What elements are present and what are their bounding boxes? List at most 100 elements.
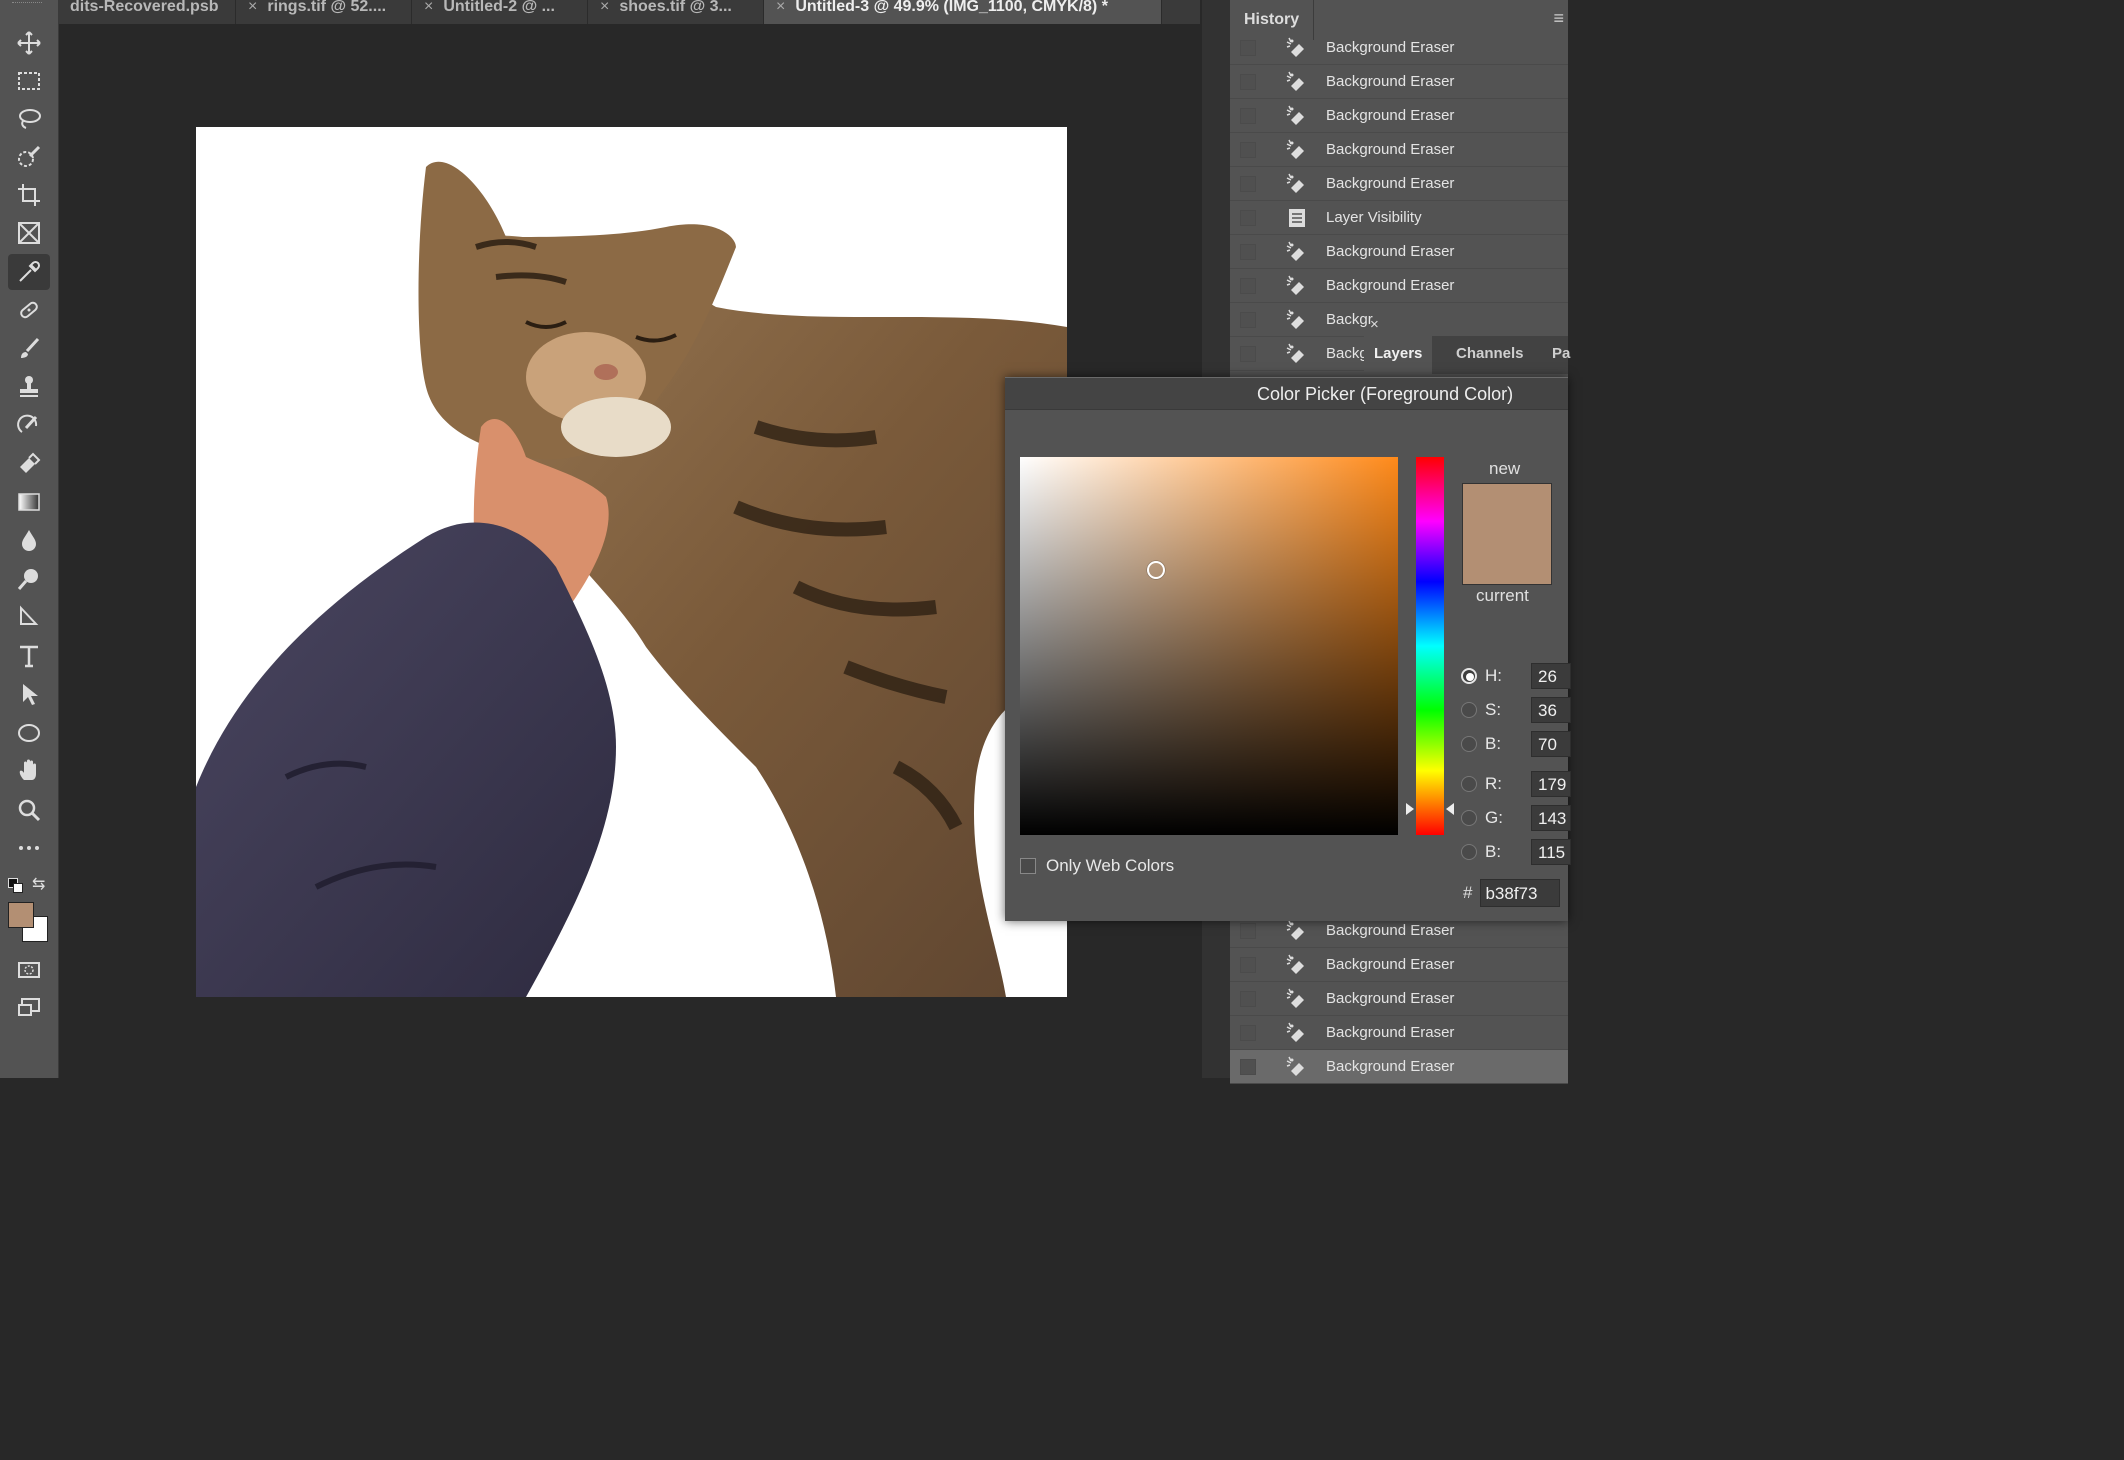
- history-snapshot-checkbox[interactable]: [1240, 39, 1256, 56]
- history-snapshot-checkbox[interactable]: [1240, 243, 1256, 260]
- history-snapshot-checkbox[interactable]: [1240, 922, 1256, 939]
- history-state[interactable]: Backgr: [1230, 303, 1568, 337]
- blur-tool[interactable]: [8, 522, 50, 558]
- document-canvas[interactable]: [196, 127, 1067, 997]
- color-mode-radio[interactable]: [1461, 844, 1477, 860]
- foreground-color-swatch[interactable]: [8, 902, 34, 928]
- current-color-swatch[interactable]: [1463, 534, 1551, 584]
- quick-selection-tool[interactable]: [8, 139, 50, 175]
- hand-tool[interactable]: [8, 753, 50, 789]
- history-snapshot-checkbox[interactable]: [1240, 1024, 1256, 1041]
- history-snapshot-checkbox[interactable]: [1240, 956, 1256, 973]
- quick-mask-button[interactable]: [8, 952, 50, 988]
- field-label: H:: [1485, 666, 1502, 685]
- pen-tool[interactable]: [8, 599, 50, 635]
- only-web-colors-checkbox[interactable]: Only Web Colors: [1020, 856, 1174, 876]
- dialog-title-bar[interactable]: Color Picker (Foreground Color): [1005, 378, 1568, 410]
- lasso-tool[interactable]: [8, 101, 50, 137]
- ellipse-tool[interactable]: [8, 715, 50, 751]
- history-state[interactable]: Background Eraser: [1230, 133, 1568, 167]
- field-input[interactable]: 70: [1531, 731, 1571, 757]
- saturation-brightness-field[interactable]: [1020, 457, 1398, 835]
- dodge-tool[interactable]: [8, 561, 50, 597]
- field-input[interactable]: 26: [1531, 663, 1571, 689]
- tab-layers[interactable]: Layers: [1364, 336, 1433, 374]
- history-snapshot-checkbox[interactable]: [1240, 107, 1256, 124]
- history-state[interactable]: Background Eraser: [1230, 948, 1568, 982]
- history-snapshot-checkbox[interactable]: [1240, 345, 1256, 362]
- color-mode-radio[interactable]: [1461, 702, 1477, 718]
- panel-menu-icon[interactable]: ≡: [1553, 8, 1564, 29]
- history-snapshot-checkbox[interactable]: [1240, 73, 1256, 90]
- color-mode-radio[interactable]: [1461, 776, 1477, 792]
- zoom-tool[interactable]: [8, 792, 50, 828]
- eyedropper-tool[interactable]: [8, 254, 50, 290]
- field-input[interactable]: 115: [1531, 839, 1571, 865]
- screen-mode-button[interactable]: [8, 990, 50, 1026]
- close-icon[interactable]: ×: [1370, 316, 1379, 333]
- tab-document-5[interactable]: × Untitled-3 @ 49.9% (IMG_1100, CMYK/8) *: [764, 0, 1162, 24]
- path-selection-tool[interactable]: [8, 676, 50, 712]
- more-tools[interactable]: [8, 830, 50, 866]
- history-snapshot-checkbox[interactable]: [1240, 990, 1256, 1007]
- tab-document-1[interactable]: dits-Recovered.psb: [58, 0, 236, 24]
- tab-channels[interactable]: Channels: [1446, 336, 1534, 374]
- history-state[interactable]: Background Eraser: [1230, 65, 1568, 99]
- field-input[interactable]: 179: [1531, 771, 1571, 797]
- field-input[interactable]: 36: [1531, 697, 1571, 723]
- history-state-icon: [1284, 69, 1310, 95]
- hue-slider[interactable]: [1416, 457, 1444, 835]
- field-label: B:: [1485, 734, 1502, 753]
- tab-document-4[interactable]: × shoes.tif @ 3...: [588, 0, 764, 24]
- history-state[interactable]: Background Eraser: [1230, 1050, 1568, 1084]
- tab-document-2[interactable]: × rings.tif @ 52....: [236, 0, 412, 24]
- tab-paths[interactable]: Pa: [1542, 336, 1580, 374]
- crop-tool[interactable]: [8, 177, 50, 213]
- history-state[interactable]: Background Eraser: [1230, 31, 1568, 65]
- history-snapshot-checkbox[interactable]: [1240, 277, 1256, 294]
- clone-stamp-tool[interactable]: [8, 369, 50, 405]
- history-state[interactable]: Background Eraser: [1230, 99, 1568, 133]
- color-mode-radio[interactable]: [1461, 810, 1477, 826]
- type-tool[interactable]: [8, 638, 50, 674]
- eraser-icon: [20, 452, 41, 473]
- history-state[interactable]: Background Eraser: [1230, 982, 1568, 1016]
- history-state-label: Backgr: [1326, 311, 1373, 328]
- field-input[interactable]: 143: [1531, 805, 1571, 831]
- close-icon[interactable]: ×: [776, 0, 785, 15]
- history-state[interactable]: Background Eraser: [1230, 269, 1568, 303]
- move-icon: [17, 31, 41, 55]
- frame-tool[interactable]: [8, 215, 50, 251]
- default-colors-icon[interactable]: [8, 878, 23, 893]
- brush-icon: [21, 337, 40, 358]
- toolbar-grip[interactable]: [12, 2, 42, 7]
- eraser-tool[interactable]: [8, 445, 50, 481]
- move-tool[interactable]: [8, 25, 50, 61]
- close-icon[interactable]: ×: [424, 0, 433, 15]
- history-state[interactable]: Background Eraser: [1230, 235, 1568, 269]
- tab-document-3[interactable]: × Untitled-2 @ ...: [412, 0, 588, 24]
- checkbox-box[interactable]: [1020, 858, 1036, 874]
- color-mode-radio[interactable]: [1461, 736, 1477, 752]
- history-brush-tool[interactable]: [8, 407, 50, 443]
- swap-colors-icon[interactable]: ⇆: [32, 874, 45, 894]
- healing-brush-tool[interactable]: [8, 292, 50, 328]
- history-snapshot-checkbox[interactable]: [1240, 175, 1256, 192]
- hex-input[interactable]: b38f73: [1480, 879, 1561, 907]
- only-web-colors-label: Only Web Colors: [1046, 856, 1175, 875]
- history-snapshot-checkbox[interactable]: [1240, 1058, 1256, 1075]
- history-state[interactable]: Layer Visibility: [1230, 201, 1568, 235]
- brush-tool[interactable]: [8, 331, 50, 367]
- history-state[interactable]: Background Eraser: [1230, 167, 1568, 201]
- color-mode-radio[interactable]: [1461, 668, 1477, 684]
- gradient-tool[interactable]: [8, 484, 50, 520]
- close-icon[interactable]: ×: [600, 0, 609, 15]
- hue-slider-handle-left[interactable]: [1406, 802, 1414, 815]
- history-snapshot-checkbox[interactable]: [1240, 209, 1256, 226]
- close-icon[interactable]: ×: [248, 0, 257, 15]
- hue-slider-handle-right[interactable]: [1446, 802, 1454, 815]
- marquee-tool[interactable]: [8, 63, 50, 99]
- history-state[interactable]: Background Eraser: [1230, 1016, 1568, 1050]
- history-snapshot-checkbox[interactable]: [1240, 311, 1256, 328]
- history-snapshot-checkbox[interactable]: [1240, 141, 1256, 158]
